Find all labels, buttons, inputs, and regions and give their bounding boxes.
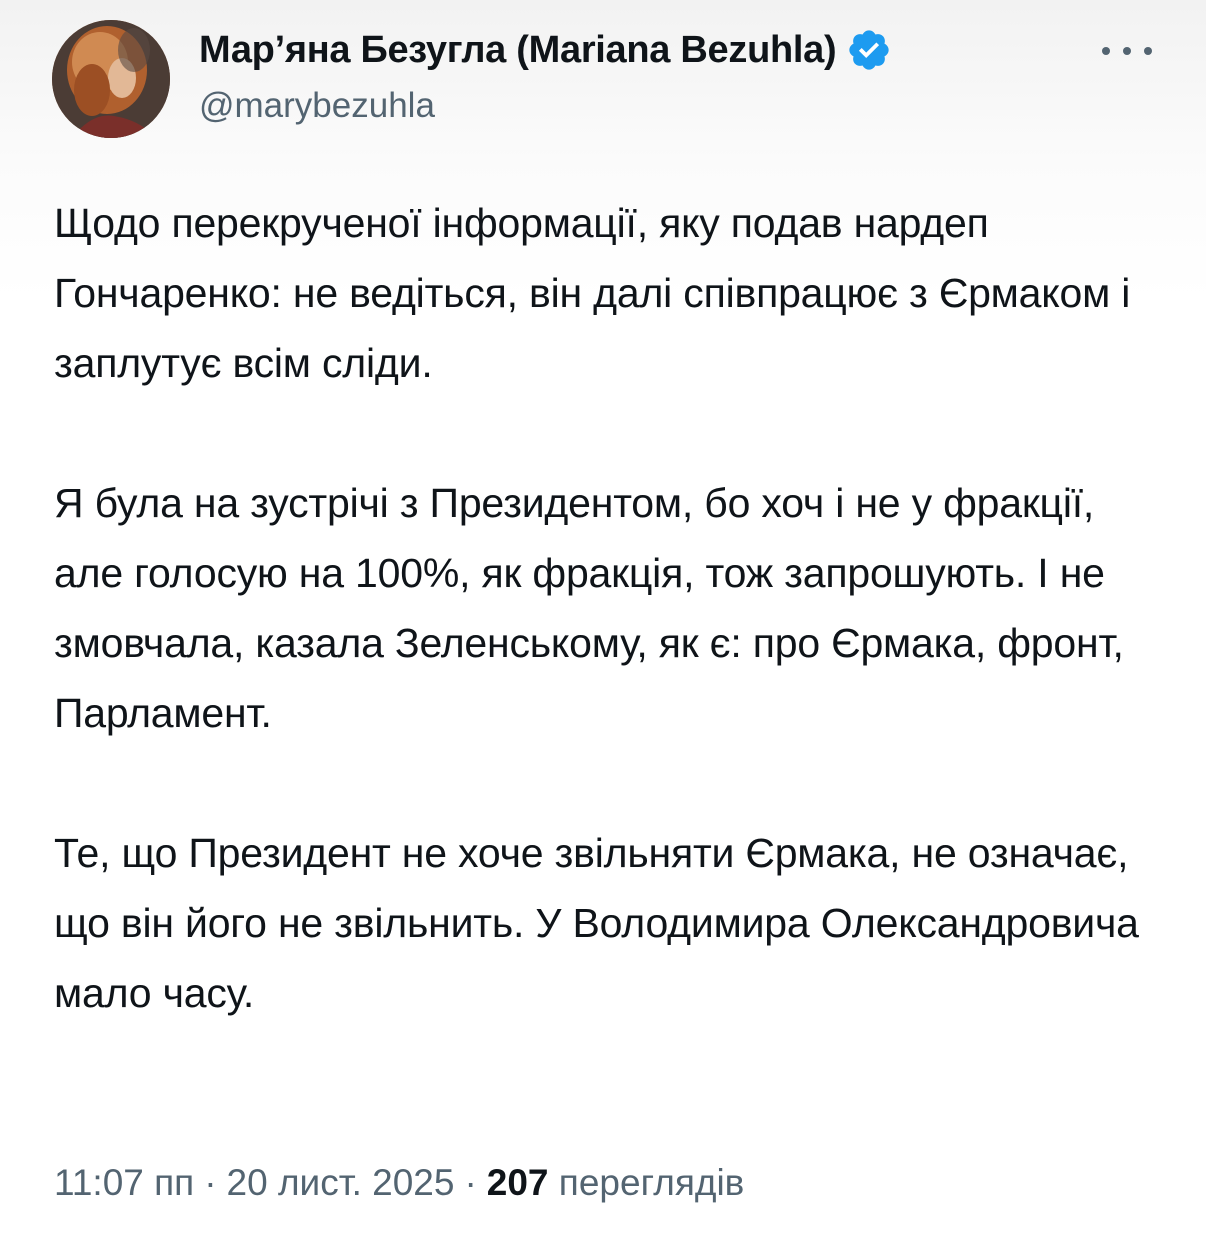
verified-badge-icon[interactable] xyxy=(846,27,892,73)
tweet-date[interactable]: 20 лист. 2025 xyxy=(227,1162,455,1203)
meta-separator: · xyxy=(204,1162,217,1203)
tweet-text: Щодо перекрученої інформації, яку подав … xyxy=(54,188,1164,1028)
more-dot xyxy=(1102,47,1110,55)
more-options-icon[interactable] xyxy=(1102,36,1152,66)
display-name-row: Мар’яна Безугла (Mariana Bezuhla) xyxy=(199,24,892,76)
tweet-meta: 11:07 пп · 20 лист. 2025 · 207 переглядів xyxy=(54,1162,744,1204)
author-display-name[interactable]: Мар’яна Безугла (Mariana Bezuhla) xyxy=(199,29,837,72)
author-handle[interactable]: @marybezuhla xyxy=(199,86,892,126)
tweet-paragraph: Те, що Президент не хоче звільняти Єрмак… xyxy=(54,830,1139,1016)
tweet-time[interactable]: 11:07 пп xyxy=(54,1162,194,1203)
more-dot xyxy=(1144,47,1152,55)
views-count[interactable]: 207 xyxy=(487,1162,549,1203)
author-info: Мар’яна Безугла (Mariana Bezuhla) @maryb… xyxy=(199,24,892,126)
meta-separator: · xyxy=(464,1162,477,1203)
tweet-header: Мар’яна Безугла (Mariana Bezuhla) @maryb… xyxy=(52,20,1162,140)
views-label[interactable]: переглядів xyxy=(559,1162,745,1203)
tweet-paragraph: Щодо перекрученої інформації, яку подав … xyxy=(54,200,1131,386)
avatar-image xyxy=(52,20,170,138)
avatar[interactable] xyxy=(52,20,170,138)
tweet-card: Мар’яна Безугла (Mariana Bezuhla) @maryb… xyxy=(0,0,1206,1252)
tweet-paragraph: Я була на зустрічі з Президентом, бо хоч… xyxy=(54,480,1124,736)
more-dot xyxy=(1123,47,1131,55)
